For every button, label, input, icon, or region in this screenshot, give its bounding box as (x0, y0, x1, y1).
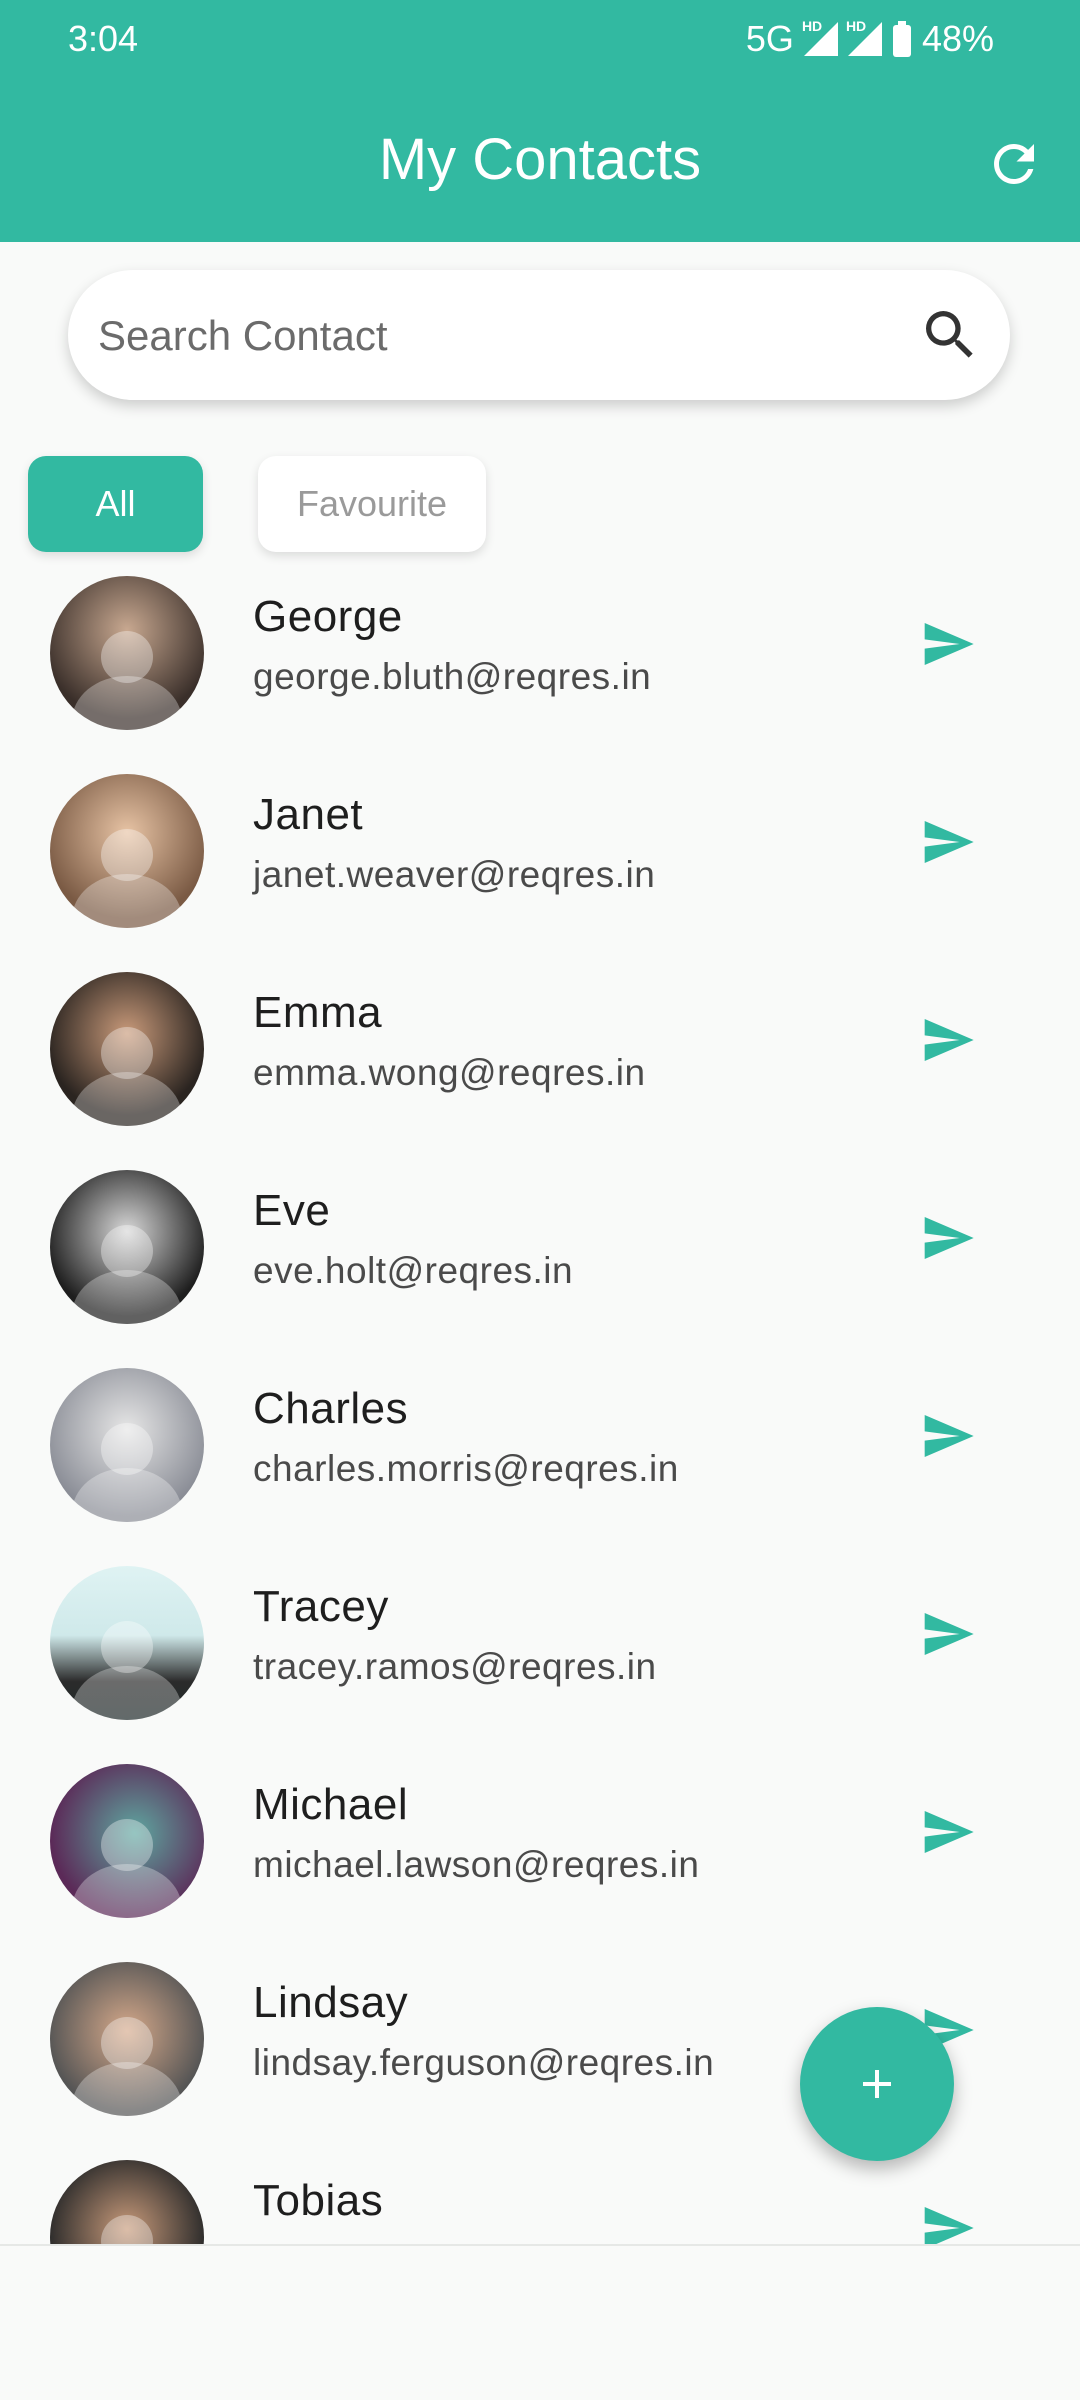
status-time: 3:04 (68, 18, 139, 59)
contact-row[interactable]: Charles charles.morris@reqres.in (0, 1360, 1080, 1558)
contact-email: emma.wong@reqres.in (253, 1052, 646, 1093)
battery-level: 48% (921, 18, 994, 59)
contact-row[interactable]: Tobias (0, 2152, 1080, 2244)
avatar (50, 1368, 204, 1522)
contact-email: eve.holt@reqres.in (253, 1250, 574, 1291)
send-icon[interactable] (916, 2200, 980, 2244)
plus-icon (863, 2070, 891, 2098)
contact-email: charles.morris@reqres.in (253, 1448, 679, 1489)
contact-name: Emma (253, 988, 383, 1037)
avatar (50, 2160, 204, 2244)
hd-label: HD (801, 18, 823, 34)
page-title: My Contacts (378, 127, 702, 192)
contact-name: Tracey (253, 1582, 389, 1631)
avatar (50, 1962, 204, 2116)
contact-name: Charles (253, 1384, 409, 1433)
signal-icon: HD (802, 18, 838, 56)
send-icon[interactable] (916, 616, 980, 672)
contact-name: Eve (253, 1186, 331, 1235)
search-input[interactable] (96, 270, 920, 402)
search-bar (68, 270, 1010, 402)
network-type: 5G (745, 18, 794, 59)
contact-name: Lindsay (253, 1978, 409, 2027)
contact-row[interactable]: Eve eve.holt@reqres.in (0, 1162, 1080, 1360)
send-icon[interactable] (916, 1012, 980, 1068)
contact-row[interactable]: Michael michael.lawson@reqres.in (0, 1756, 1080, 1954)
filter-chip-favourite[interactable]: Favourite (258, 456, 486, 552)
contact-email: lindsay.ferguson@reqres.in (253, 2042, 715, 2083)
avatar (50, 1764, 204, 1918)
send-icon[interactable] (916, 1804, 980, 1860)
contact-row[interactable]: George george.bluth@reqres.in (0, 568, 1080, 766)
avatar (50, 972, 204, 1126)
status-bar: 3:04 5G HD HD 48% (0, 0, 1080, 80)
contact-email: george.bluth@reqres.in (253, 656, 652, 697)
app-header: 3:04 5G HD HD 48% My Contacts (0, 0, 1080, 242)
contact-name: Janet (253, 790, 364, 839)
send-icon[interactable] (916, 1606, 980, 1662)
contact-email: michael.lawson@reqres.in (253, 1844, 700, 1885)
send-icon[interactable] (916, 1210, 980, 1266)
hd-label: HD (845, 18, 867, 34)
contact-row[interactable]: Janet janet.weaver@reqres.in (0, 766, 1080, 964)
avatar (50, 1170, 204, 1324)
avatar (50, 774, 204, 928)
send-icon[interactable] (916, 1408, 980, 1464)
battery-icon (892, 21, 911, 57)
add-contact-button[interactable] (800, 2007, 954, 2161)
avatar (50, 576, 204, 730)
contact-name: George (253, 592, 403, 641)
contact-email: tracey.ramos@reqres.in (253, 1646, 657, 1687)
contact-name: Tobias (253, 2176, 384, 2225)
status-indicators: 5G HD HD 48% (746, 18, 994, 60)
avatar (50, 1566, 204, 1720)
contact-row[interactable]: Tracey tracey.ramos@reqres.in (0, 1558, 1080, 1756)
contact-email: janet.weaver@reqres.in (253, 854, 656, 895)
filter-chip-all[interactable]: All (28, 456, 203, 552)
search-icon[interactable] (918, 303, 982, 367)
bottom-divider (0, 2244, 1080, 2246)
send-icon[interactable] (916, 814, 980, 870)
contact-list: George george.bluth@reqres.in Janet jane… (0, 568, 1080, 2244)
signal-icon: HD (846, 18, 882, 56)
contact-row[interactable]: Emma emma.wong@reqres.in (0, 964, 1080, 1162)
contact-name: Michael (253, 1780, 409, 1829)
refresh-icon[interactable] (984, 134, 1044, 194)
